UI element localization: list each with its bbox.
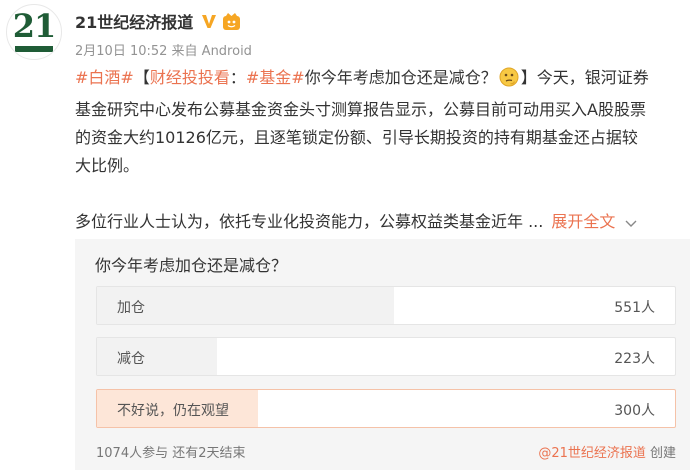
poll-option-bar: [97, 338, 217, 375]
poll-option-reduce[interactable]: 减仓 223人: [96, 337, 676, 376]
poll-creator-suffix: 创建: [645, 446, 676, 461]
author-name[interactable]: 21世纪经济报道: [75, 9, 193, 33]
post-line-1-rest: 】今天，银河证券: [520, 68, 649, 87]
topic-link-fund[interactable]: #基金#: [246, 68, 305, 87]
poll-option-add[interactable]: 加仓 551人: [96, 286, 676, 325]
column-colon: ：: [229, 68, 246, 87]
poll-option-count: 223人: [614, 351, 655, 367]
post-line-3: 的资金大约10126亿元，且逐笔锁定份额、引导长期投资的持有期基金还占据较: [75, 128, 638, 147]
poll-creator-link[interactable]: @21世纪经济报道: [538, 446, 646, 461]
post-line-1: #白酒#【财经投投看：#基金#你今年考虑加仓还是减仓？ 】今天，银河证券: [75, 64, 685, 96]
post-line-4: 大比例。: [75, 156, 140, 175]
avatar-logo-text: 21: [12, 7, 57, 45]
poll-option-label: 不好说，仍在观望: [117, 403, 229, 419]
poll-option-count: 300人: [614, 403, 655, 419]
poll-option-label: 减仓: [117, 351, 145, 367]
post-body: #白酒#【财经投投看：#基金#你今年考虑加仓还是减仓？ 】今天，银河证券 基金研究…: [75, 64, 685, 237]
chevron-down-icon[interactable]: [625, 209, 637, 237]
poll-question: 你今年考虑加仓还是减仓？: [95, 256, 288, 275]
column-link[interactable]: 财经投投看: [150, 68, 230, 87]
poll-option-count: 551人: [614, 300, 655, 316]
post-meta: 2月10日 10:52 来自 Android: [75, 44, 252, 59]
post-line-2: 基金研究中心发布公募基金资金头寸测算报告显示，公募目前可动用买入A股股票: [75, 100, 646, 119]
verified-icon: [201, 13, 217, 29]
avatar-logo-bar: [15, 46, 53, 52]
post-summary: 多位行业人士认为，依托专业化投资能力，公募权益类基金近年 ...: [75, 212, 544, 231]
bracket-open: 【: [133, 68, 150, 87]
poll-creator: @21世纪经济报道 创建: [538, 442, 676, 461]
topic-link-liquor[interactable]: #白酒#: [75, 68, 134, 87]
post-line-5: 多位行业人士认为，依托专业化投资能力，公募权益类基金近年 ... 展开全文: [75, 208, 685, 237]
poll-option-wait[interactable]: 不好说，仍在观望 300人: [96, 389, 676, 428]
post-question: 你今年考虑加仓还是减仓？: [304, 68, 497, 87]
poll-footer: 1074人参与 还有2天结束: [96, 446, 246, 461]
poll-card: 你今年考虑加仓还是减仓？ 加仓 551人 减仓 223人 不好说，仍在观望 30…: [75, 239, 690, 470]
expand-full-text-link[interactable]: 展开全文: [551, 212, 615, 231]
avatar[interactable]: 21: [6, 4, 62, 60]
poll-option-label: 加仓: [117, 300, 145, 316]
vip-icon[interactable]: [222, 12, 241, 31]
thinking-emoji-icon: [499, 67, 519, 96]
post-header: 21世纪经济报道: [75, 9, 241, 33]
